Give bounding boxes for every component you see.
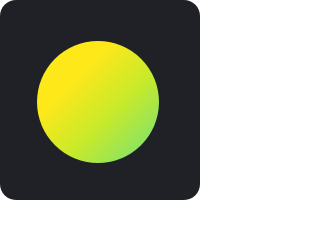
gradient-circle-icon xyxy=(37,41,159,163)
app-icon-tile[interactable] xyxy=(0,0,200,200)
